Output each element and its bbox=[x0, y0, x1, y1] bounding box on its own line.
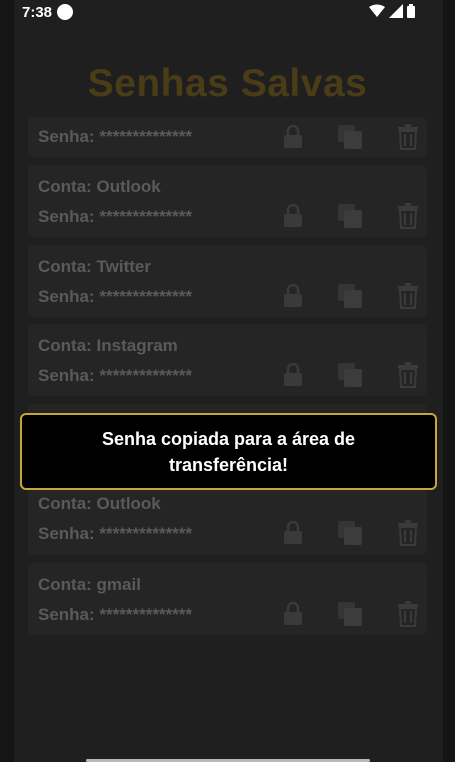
status-bar: 7:38 bbox=[0, 0, 455, 26]
card-actions bbox=[283, 601, 419, 627]
password-card: Conta: gmail Senha: ************** bbox=[28, 563, 427, 635]
toast-message: Senha copiada para a área de transferênc… bbox=[101, 428, 356, 475]
card-actions bbox=[283, 362, 419, 388]
wifi-icon bbox=[369, 4, 385, 17]
trash-icon[interactable] bbox=[397, 283, 419, 309]
password-label: Senha: ************** bbox=[38, 524, 193, 543]
copy-icon[interactable] bbox=[337, 203, 363, 229]
battery-icon bbox=[407, 4, 415, 18]
trash-icon[interactable] bbox=[397, 601, 419, 627]
password-card: Conta: Twitter Senha: ************** bbox=[28, 245, 427, 317]
account-label: Conta: Outlook bbox=[38, 494, 161, 513]
lock-icon[interactable] bbox=[283, 602, 303, 626]
status-time: 7:38 bbox=[22, 4, 53, 21]
card-actions bbox=[283, 283, 419, 309]
lock-icon[interactable] bbox=[283, 125, 303, 149]
card-actions bbox=[283, 124, 419, 150]
screen-right-edge bbox=[443, 0, 455, 762]
trash-icon[interactable] bbox=[397, 362, 419, 388]
app-notification-icon bbox=[57, 4, 73, 20]
trash-icon[interactable] bbox=[397, 520, 419, 546]
trash-icon[interactable] bbox=[397, 124, 419, 150]
screen-left-edge bbox=[0, 0, 14, 762]
lock-icon[interactable] bbox=[283, 521, 303, 545]
page-title: Senhas Salvas bbox=[87, 62, 368, 105]
trash-icon[interactable] bbox=[397, 203, 419, 229]
card-actions bbox=[283, 203, 419, 229]
account-label: Conta: Twitter bbox=[38, 257, 152, 276]
copy-icon[interactable] bbox=[337, 283, 363, 309]
account-label: Conta: gmail bbox=[38, 575, 141, 594]
lock-icon[interactable] bbox=[283, 204, 303, 228]
password-card: Senha: ************** bbox=[28, 117, 427, 157]
copy-icon[interactable] bbox=[337, 362, 363, 388]
password-label: Senha: ************** bbox=[38, 207, 193, 226]
password-label: Senha: ************** bbox=[38, 605, 193, 624]
card-actions bbox=[283, 520, 419, 546]
password-label: Senha: ************** bbox=[38, 366, 193, 385]
copy-icon[interactable] bbox=[337, 520, 363, 546]
signal-icon bbox=[389, 4, 403, 18]
password-card: Conta: Outlook Senha: ************** bbox=[28, 165, 427, 237]
copied-toast: Senha copiada para a área de transferênc… bbox=[20, 413, 437, 490]
account-label: Conta: Instagram bbox=[38, 336, 178, 355]
password-label: Senha: ************** bbox=[38, 127, 193, 146]
lock-icon[interactable] bbox=[283, 284, 303, 308]
account-label: Conta: Outlook bbox=[38, 177, 161, 196]
password-label: Senha: ************** bbox=[38, 287, 193, 306]
lock-icon[interactable] bbox=[283, 363, 303, 387]
status-icons bbox=[369, 4, 415, 18]
password-card: Conta: Instagram Senha: ************** bbox=[28, 324, 427, 396]
copy-icon[interactable] bbox=[337, 601, 363, 627]
copy-icon[interactable] bbox=[337, 124, 363, 150]
